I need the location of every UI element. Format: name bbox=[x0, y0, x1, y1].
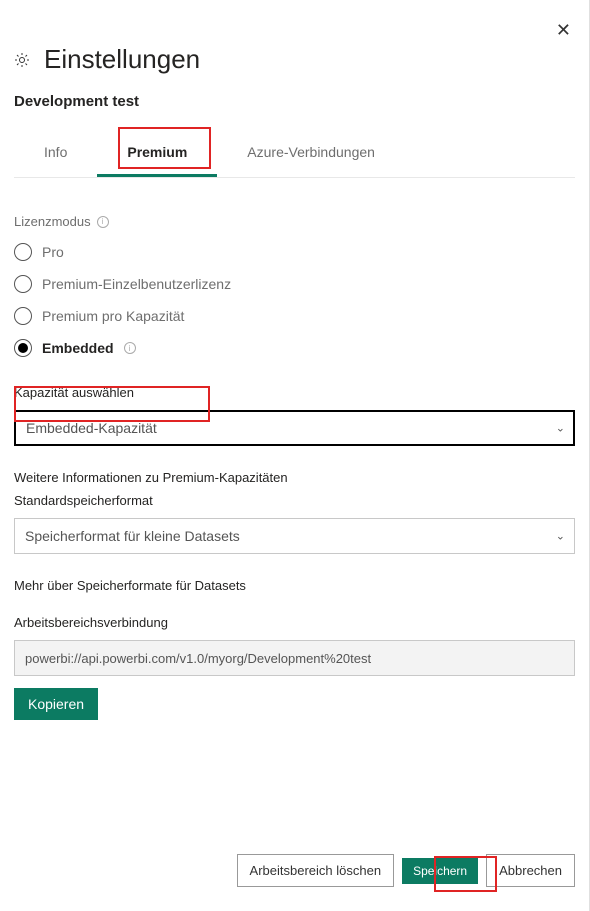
storage-more-link[interactable]: Mehr über Speicherformate für Datasets bbox=[14, 578, 575, 593]
info-icon[interactable]: i bbox=[124, 342, 136, 354]
workspace-name: Development test bbox=[14, 93, 575, 110]
radio-pro[interactable]: Pro bbox=[14, 243, 575, 261]
connection-input[interactable] bbox=[14, 640, 575, 676]
radio-ppc[interactable]: Premium pro Kapazität bbox=[14, 307, 575, 325]
tab-premium[interactable]: Premium bbox=[97, 134, 217, 177]
dialog-footer: Arbeitsbereich löschen Speichern Abbrech… bbox=[237, 854, 575, 887]
connection-label: Arbeitsbereichsverbindung bbox=[14, 615, 575, 630]
radio-embedded[interactable]: Embedded i bbox=[14, 339, 575, 357]
cancel-button[interactable]: Abbrechen bbox=[486, 854, 575, 887]
radio-label: Pro bbox=[42, 244, 64, 260]
radio-icon bbox=[14, 275, 32, 293]
capacity-select[interactable]: Embedded-Kapazität bbox=[14, 410, 575, 446]
premium-info-link[interactable]: Weitere Informationen zu Premium-Kapazit… bbox=[14, 470, 575, 485]
radio-label: Embedded bbox=[42, 340, 114, 356]
dialog-header: Einstellungen Development test Info Prem… bbox=[0, 0, 589, 178]
tab-info[interactable]: Info bbox=[14, 134, 97, 177]
license-radio-group: Pro Premium-Einzelbenutzerlizenz Premium… bbox=[14, 243, 575, 357]
copy-button[interactable]: Kopieren bbox=[14, 688, 98, 720]
storage-select[interactable]: Speicherformat für kleine Datasets bbox=[14, 518, 575, 554]
tab-azure[interactable]: Azure-Verbindungen bbox=[217, 134, 405, 177]
radio-ppu[interactable]: Premium-Einzelbenutzerlizenz bbox=[14, 275, 575, 293]
gear-icon bbox=[14, 52, 30, 68]
radio-icon bbox=[14, 339, 32, 357]
radio-label: Premium pro Kapazität bbox=[42, 308, 184, 324]
tab-bar: Info Premium Azure-Verbindungen bbox=[14, 134, 575, 178]
capacity-label: Kapazität auswählen bbox=[14, 385, 575, 400]
delete-workspace-button[interactable]: Arbeitsbereich löschen bbox=[237, 854, 395, 887]
radio-icon bbox=[14, 243, 32, 261]
radio-icon bbox=[14, 307, 32, 325]
info-icon[interactable]: i bbox=[97, 216, 109, 228]
save-button[interactable]: Speichern bbox=[402, 858, 478, 884]
settings-content: Lizenzmodus i Pro Premium-Einzelbenutzer… bbox=[0, 178, 589, 720]
storage-label: Standardspeicherformat bbox=[14, 493, 575, 508]
page-title: Einstellungen bbox=[44, 44, 200, 75]
close-button[interactable]: ✕ bbox=[556, 20, 571, 41]
radio-label: Premium-Einzelbenutzerlizenz bbox=[42, 276, 231, 292]
license-mode-label: Lizenzmodus bbox=[14, 214, 91, 229]
